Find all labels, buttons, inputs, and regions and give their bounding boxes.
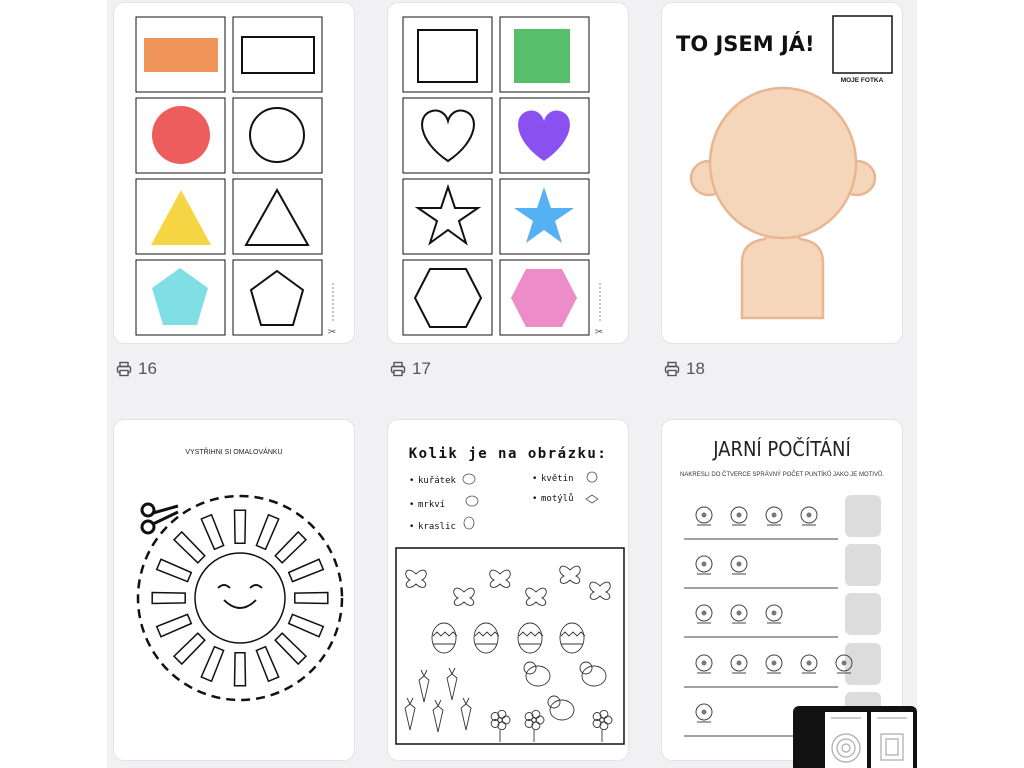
svg-text:•: • [409,500,414,510]
card-preview-shapes-2: ✂ [402,16,603,338]
svg-text:•: • [409,522,414,532]
print-count-value: 18 [686,359,705,378]
template-card-kolik[interactable]: Kolik je na obrázku: • kuřátek • mrkví • kr… [388,420,628,760]
svg-text:motýlů: motýlů [541,493,574,504]
card-title: Kolik je na obrázku: [409,446,608,462]
print-count-value: 17 [412,359,431,378]
card-preview-kolik: Kolik je na obrázku: • kuřátek • mrkví • kr… [395,446,625,745]
thumbnail-preview [825,712,913,768]
print-count-to-jsem-ja: 18 [664,359,705,379]
card-preview-to-jsem-ja: TO JSEM JÁ! MOJE FOTKA [676,15,893,320]
template-card-shapes-1[interactable]: ✂ [114,3,354,343]
svg-text:květin: květin [541,474,574,484]
printer-icon [116,361,132,377]
photo-box [832,15,893,74]
template-card-to-jsem-ja[interactable]: TO JSEM JÁ! MOJE FOTKA [662,3,902,343]
template-gallery: ✂ 16 ✂ 17 TO JSEM JÁ! MOJE FOTKA 18 VYST… [107,0,917,768]
svg-text:mrkví: mrkví [418,500,445,510]
print-count-shapes-2: 17 [390,359,431,379]
card-title: TO JSEM JÁ! [676,31,815,56]
svg-text:kuřátek: kuřátek [418,476,457,486]
template-card-shapes-2[interactable]: ✂ [388,3,628,343]
template-card-sun[interactable]: VYSTŘIHNI SI OMALOVÁNKU [114,420,354,760]
printer-icon [390,361,406,377]
floating-preview-thumbnail[interactable] [793,706,917,768]
printer-icon [664,361,680,377]
print-count-value: 16 [138,359,157,378]
svg-text:•: • [409,476,414,486]
card-subtitle: NAKRESLI DO ČTVERCE SPRÁVNÝ POČET PUNTÍK… [680,471,884,478]
photo-label: MOJE FOTKA [841,77,884,84]
svg-text:•: • [532,474,537,484]
card-title: JARNÍ POČÍTÁNÍ [712,437,851,461]
svg-text:✂: ✂ [595,327,603,338]
scissors-icon [140,502,179,535]
card-title: VYSTŘIHNI SI OMALOVÁNKU [185,447,282,456]
print-count-shapes-1: 16 [116,359,157,379]
svg-text:kraslic: kraslic [418,522,456,532]
svg-text:✂: ✂ [328,327,336,338]
card-preview-sun: VYSTŘIHNI SI OMALOVÁNKU [136,447,344,702]
svg-text:•: • [532,494,537,504]
card-preview-shapes-1: ✂ [135,16,336,338]
